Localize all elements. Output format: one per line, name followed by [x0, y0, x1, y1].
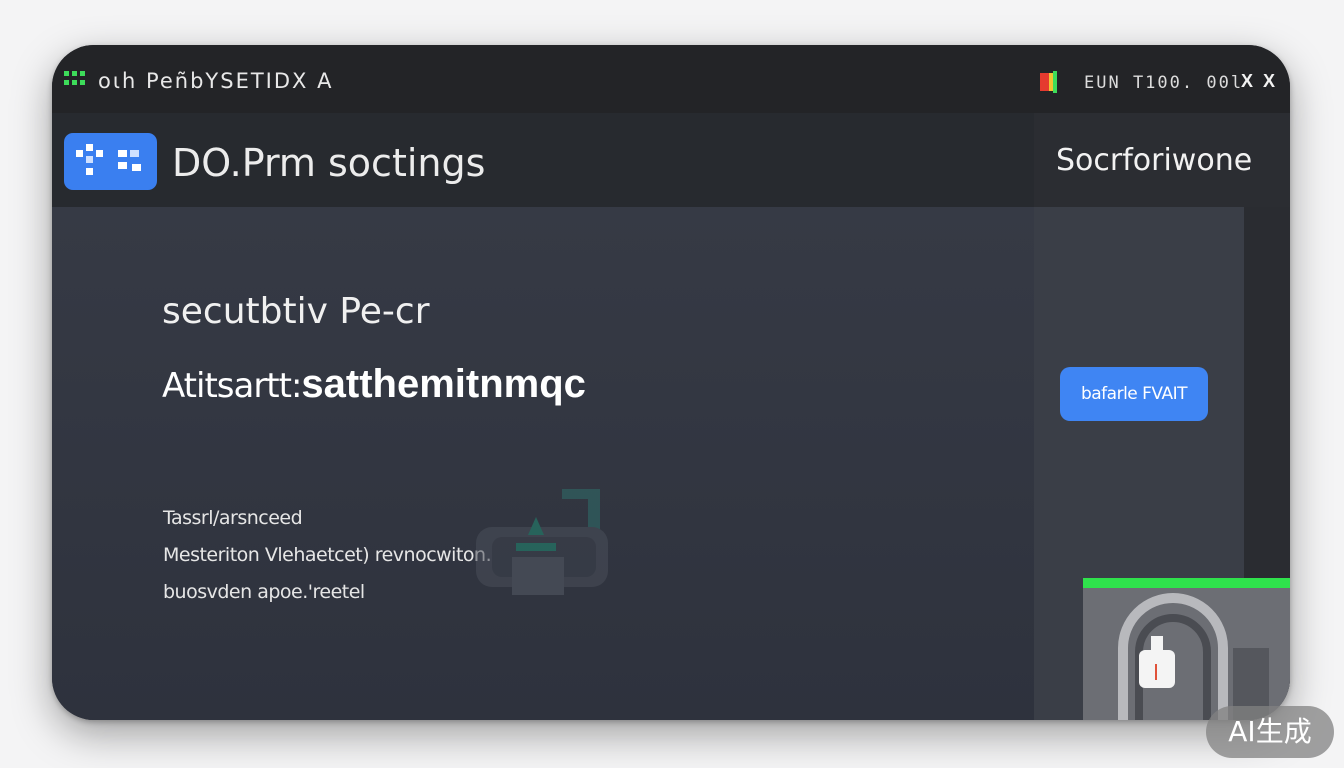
title-bar: oιh PeñbYSETIDX A EUN T100. 00l X X — [52, 45, 1290, 113]
grid-icon — [64, 71, 86, 85]
app-logo — [64, 133, 157, 190]
description-line: Mesteriton Vlehaetcet) revnocwiton. — [163, 544, 492, 566]
description-line: Tassrl/arsnceed — [163, 507, 303, 529]
description-line: buosvden apoe.'reetel — [163, 581, 365, 603]
app-header: DO.Prm soctings — [52, 113, 1034, 207]
lock-icon — [472, 487, 614, 607]
section-title: secutbtiv Pe-cr — [162, 291, 430, 332]
ai-watermark-badge: AI生成 — [1206, 706, 1334, 758]
app-name: DO.Prm soctings — [172, 141, 486, 185]
fingerprint-icon — [1083, 588, 1290, 720]
app-window: oιh PeñbYSETIDX A EUN T100. 00l X X DO.P… — [52, 45, 1290, 720]
sidebar-header: Socrforiwone — [1034, 113, 1290, 207]
sidebar-title: Socrforiwone — [1056, 143, 1253, 178]
flag-icon — [1040, 71, 1060, 95]
fingerprint-panel[interactable] — [1083, 578, 1290, 720]
close-button[interactable]: X — [1260, 72, 1278, 90]
auth-row: Atitsartt:satthemitnmqc — [162, 362, 586, 407]
maximize-button[interactable]: X — [1238, 72, 1256, 90]
window-title: oιh PeñbYSETIDX A — [98, 69, 334, 93]
main-panel: secutbtiv Pe-cr Atitsartt:satthemitnmqc … — [52, 207, 1034, 720]
auth-value: satthemitnmqc — [301, 362, 586, 406]
sidebar-action-button[interactable]: bafarle FVAIT — [1060, 367, 1208, 421]
status-readout: EUN T100. 00l — [1084, 73, 1244, 93]
auth-label: Atitsartt: — [162, 366, 302, 406]
status-bar — [1083, 578, 1290, 588]
